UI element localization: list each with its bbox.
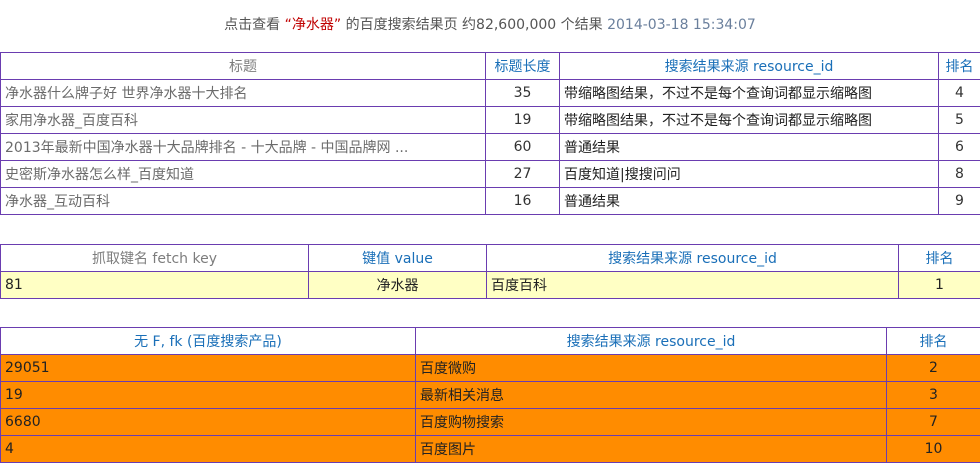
title-length: 19 <box>485 106 560 134</box>
result-title-link[interactable]: 净水器_互动百科 <box>0 187 486 215</box>
result-title-link[interactable]: 史密斯净水器怎么样_百度知道 <box>0 160 486 188</box>
rank: 7 <box>886 408 980 436</box>
table-row: 2013年最新中国净水器十大品牌排名 - 十大品牌 - 中国品牌网 ... 60… <box>0 133 980 161</box>
fetch-key-table: 抓取键名 fetch key 键值 value 搜索结果来源 resource_… <box>0 244 980 299</box>
resource-source: 百度百科 <box>486 271 899 299</box>
resource-source: 百度知道|搜搜问问 <box>559 160 939 188</box>
title-length: 27 <box>485 160 560 188</box>
organic-results-table: 标题 标题长度 搜索结果来源 resource_id 排名 净水器什么牌子好 世… <box>0 52 980 215</box>
table-row: 81 净水器 百度百科 1 <box>0 271 980 299</box>
rank: 4 <box>938 79 980 107</box>
product-id: 19 <box>0 381 416 409</box>
result-count: 约82,600,000 个结果 <box>462 17 603 33</box>
col-title: 标题 <box>0 52 486 80</box>
col-resource-id: 搜索结果来源 resource_id <box>559 52 939 80</box>
table-row: 史密斯净水器怎么样_百度知道 27 百度知道|搜搜问问 8 <box>0 160 980 188</box>
table-header-row: 无 F, fk (百度搜索产品) 搜索结果来源 resource_id 排名 <box>0 327 980 355</box>
table-row: 6680 百度购物搜索 7 <box>0 408 980 436</box>
col-rank: 排名 <box>938 52 980 80</box>
title-length: 35 <box>485 79 560 107</box>
table-row: 4 百度图片 10 <box>0 435 980 463</box>
result-title-link[interactable]: 家用净水器_百度百科 <box>0 106 486 134</box>
col-title-length: 标题长度 <box>485 52 560 80</box>
rank: 3 <box>886 381 980 409</box>
fetch-key: 81 <box>0 271 309 299</box>
resource-source: 普通结果 <box>559 187 939 215</box>
resource-source: 带缩略图结果，不过不是每个查询词都显示缩略图 <box>559 79 939 107</box>
resource-source: 最新相关消息 <box>415 381 887 409</box>
product-id: 4 <box>0 435 416 463</box>
col-resource-id: 搜索结果来源 resource_id <box>415 327 887 355</box>
resource-source: 带缩略图结果，不过不是每个查询词都显示缩略图 <box>559 106 939 134</box>
col-product-id: 无 F, fk (百度搜索产品) <box>0 327 416 355</box>
rank: 1 <box>898 271 980 299</box>
table-row: 净水器_互动百科 16 普通结果 9 <box>0 187 980 215</box>
key-value: 净水器 <box>308 271 487 299</box>
header-prefix: 点击查看 <box>224 17 281 33</box>
resource-source: 百度购物搜索 <box>415 408 887 436</box>
table-row: 净水器什么牌子好 世界净水器十大排名 35 带缩略图结果，不过不是每个查询词都显… <box>0 79 980 107</box>
result-title-link[interactable]: 2013年最新中国净水器十大品牌排名 - 十大品牌 - 中国品牌网 ... <box>0 133 486 161</box>
table-header-row: 标题 标题长度 搜索结果来源 resource_id 排名 <box>0 52 980 80</box>
resource-source: 普通结果 <box>559 133 939 161</box>
title-length: 60 <box>485 133 560 161</box>
resource-source: 百度图片 <box>415 435 887 463</box>
product-id: 29051 <box>0 354 416 382</box>
rank: 2 <box>886 354 980 382</box>
resource-source: 百度微购 <box>415 354 887 382</box>
page-header: 点击查看 “净水器” 的百度搜索结果页 约82,600,000 个结果 2014… <box>0 14 980 34</box>
rank: 9 <box>938 187 980 215</box>
header-suffix: 的百度搜索结果页 <box>345 17 458 33</box>
product-id: 6680 <box>0 408 416 436</box>
table-header-row: 抓取键名 fetch key 键值 value 搜索结果来源 resource_… <box>0 244 980 272</box>
table-row: 19 最新相关消息 3 <box>0 381 980 409</box>
baidu-products-table: 无 F, fk (百度搜索产品) 搜索结果来源 resource_id 排名 2… <box>0 327 980 463</box>
col-fetch-key: 抓取键名 fetch key <box>0 244 309 272</box>
col-resource-id: 搜索结果来源 resource_id <box>486 244 899 272</box>
table-row: 29051 百度微购 2 <box>0 354 980 382</box>
rank: 5 <box>938 106 980 134</box>
col-rank: 排名 <box>886 327 980 355</box>
rank: 6 <box>938 133 980 161</box>
rank: 8 <box>938 160 980 188</box>
header-keyword[interactable]: “净水器” <box>285 17 342 33</box>
col-value: 键值 value <box>308 244 487 272</box>
result-title-link[interactable]: 净水器什么牌子好 世界净水器十大排名 <box>0 79 486 107</box>
table-row: 家用净水器_百度百科 19 带缩略图结果，不过不是每个查询词都显示缩略图 5 <box>0 106 980 134</box>
col-rank: 排名 <box>898 244 980 272</box>
timestamp: 2014-03-18 15:34:07 <box>607 17 756 33</box>
title-length: 16 <box>485 187 560 215</box>
rank: 10 <box>886 435 980 463</box>
